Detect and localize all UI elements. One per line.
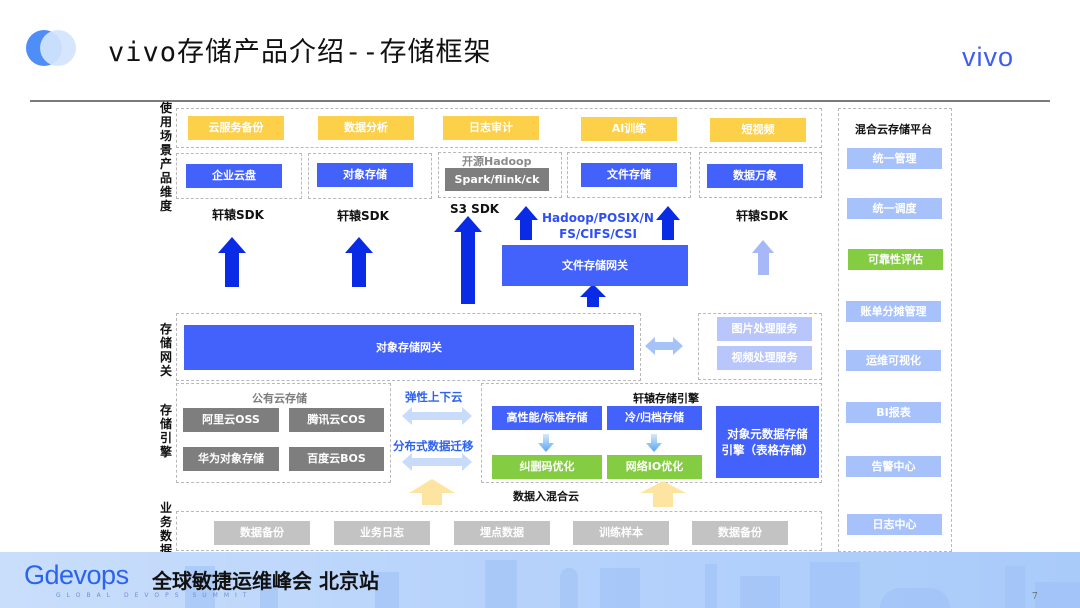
hadoop-caption: 开源Hadoop: [462, 155, 532, 168]
storage-tier-box: 冷/归档存储: [607, 406, 702, 430]
data-ingest-label: 数据入混合云: [513, 490, 579, 503]
arrow-up-icon: [454, 216, 482, 304]
object-storage-gateway: 对象存储网关: [184, 325, 634, 370]
metadata-engine-box: 对象元数据存储 引擎（表格存储）: [716, 406, 819, 478]
bidirectional-arrow-icon: [645, 337, 683, 355]
business-data-box: 业务日志: [334, 521, 430, 545]
hybrid-cloud-platform-container: [838, 108, 952, 552]
summit-tagline: GLOBAL DEVOPS SUMMIT: [56, 592, 253, 599]
row-label-engine: 存储引擎: [159, 403, 172, 459]
sdk-label: S3 SDK: [450, 202, 500, 216]
row-label-scenarios: 使用场景: [159, 101, 172, 157]
public-cloud-box: 百度云BOS: [289, 447, 384, 471]
public-cloud-box: 阿里云OSS: [183, 408, 279, 432]
page-title: vivo存储产品介绍--存储框架: [108, 37, 492, 68]
arrow-up-ingest-icon: [640, 481, 686, 507]
arrow-up-icon: [218, 237, 246, 287]
product-box-object-storage: 对象存储: [317, 163, 413, 187]
bidirectional-arrow-icon: [402, 407, 472, 425]
scenario-box: 日志审计: [443, 116, 539, 140]
sdk-label: 轩辕SDK: [736, 209, 788, 223]
scenario-box: 云服务备份: [188, 116, 284, 140]
arrow-up-icon: [345, 237, 373, 287]
platform-item: 日志中心: [847, 514, 942, 535]
file-protocols-line: Hadoop/POSIX/N: [542, 211, 654, 225]
footer-banner: Gdevops 全球敏捷运维峰会 北京站 GLOBAL DEVOPS SUMMI…: [0, 552, 1080, 608]
arrow-up-ingest-icon: [409, 479, 455, 505]
media-service-box: 视频处理服务: [717, 346, 812, 370]
public-cloud-box: 华为对象存储: [183, 447, 279, 471]
business-data-box: 数据备份: [214, 521, 310, 545]
platform-item: 运维可视化: [846, 350, 941, 371]
sdk-label: 轩辕SDK: [337, 209, 389, 223]
xuanyuan-engine-title: 轩辕存储引擎: [633, 392, 699, 405]
optimization-box: 纠删码优化: [492, 455, 602, 479]
arrow-up-light-icon: [752, 240, 774, 275]
header-divider: [30, 100, 1050, 102]
logo-icon: [26, 30, 82, 66]
product-box-spark: Spark/flink/ck: [445, 168, 549, 191]
summit-name: 全球敏捷运维峰会 北京站: [152, 569, 379, 593]
metadata-engine-line: 对象元数据存储: [727, 427, 808, 441]
arrow-up-icon: [656, 206, 680, 240]
arrow-down-icon: [538, 434, 554, 452]
sdk-label: 轩辕SDK: [212, 208, 264, 222]
public-cloud-title: 公有云存储: [252, 392, 307, 405]
row-label-business-data: 业务数据: [159, 501, 172, 557]
gdevops-logo: Gdevops: [24, 560, 129, 590]
business-data-box: 训练样本: [573, 521, 669, 545]
scenario-box: AI训练: [581, 117, 677, 141]
file-protocols-label: Hadoop/POSIX/N FS/CIFS/CSI: [540, 210, 656, 242]
platform-title: 混合云存储平台: [855, 123, 932, 136]
platform-item-highlight: 可靠性评估: [848, 249, 943, 270]
scenario-box: 短视频: [710, 118, 806, 142]
vivo-logo: vivo: [962, 42, 1015, 72]
product-box-data-vision: 数据万象: [707, 164, 803, 188]
arrow-up-icon: [514, 206, 538, 240]
platform-item: 告警中心: [846, 456, 941, 477]
arrow-up-icon: [580, 284, 606, 307]
business-data-box: 埋点数据: [454, 521, 550, 545]
file-protocols-line: FS/CIFS/CSI: [559, 227, 637, 241]
product-box-file-storage: 文件存储: [581, 163, 677, 187]
optimization-box: 网络IO优化: [607, 455, 702, 479]
platform-item: 统一调度: [847, 198, 942, 219]
public-cloud-box: 腾讯云COS: [289, 408, 384, 432]
media-service-box: 图片处理服务: [717, 317, 812, 341]
row-label-gateway: 存储网关: [159, 322, 172, 378]
bidirectional-arrow-icon: [402, 453, 472, 471]
platform-item: BI报表: [846, 402, 941, 423]
metadata-engine-line: 引擎（表格存储）: [721, 443, 814, 457]
elastic-cloud-label: 弹性上下云: [405, 390, 463, 404]
scenario-box: 数据分析: [318, 116, 414, 140]
business-data-box: 数据备份: [692, 521, 788, 545]
arrow-down-icon: [646, 434, 662, 452]
platform-item: 账单分摊管理: [846, 301, 941, 322]
row-label-products: 产品维度: [159, 157, 172, 213]
product-box-enterprise-drive: 企业云盘: [186, 164, 282, 188]
platform-item: 统一管理: [847, 148, 942, 169]
file-storage-gateway: 文件存储网关: [502, 245, 688, 286]
page-number: 7: [1032, 592, 1038, 602]
storage-tier-box: 高性能/标准存储: [492, 406, 602, 430]
